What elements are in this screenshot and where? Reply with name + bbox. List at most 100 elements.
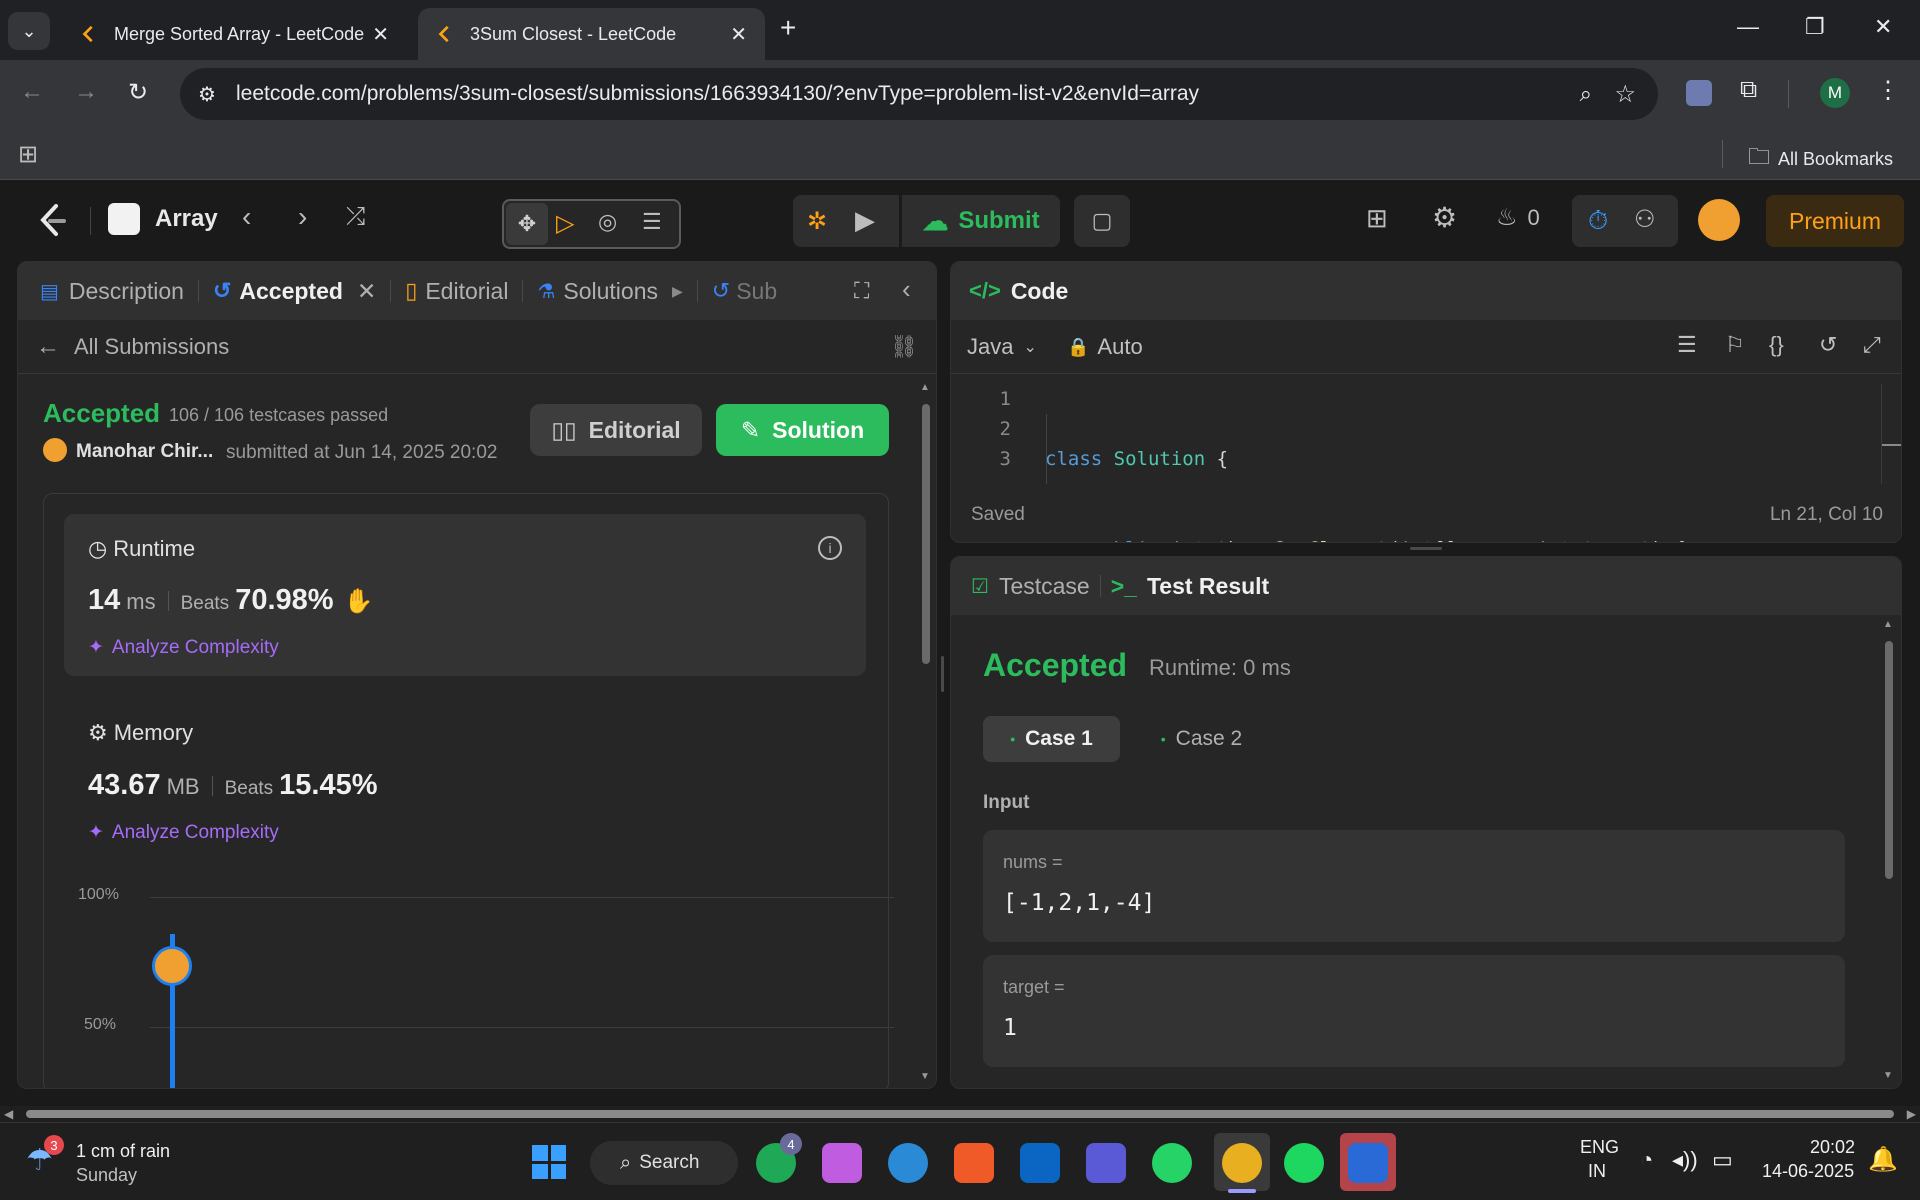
run-icon[interactable]: ▶ [855, 205, 875, 236]
extension-icon[interactable] [1686, 80, 1712, 106]
bookmark-star-icon[interactable]: ☆ [1614, 80, 1636, 109]
weather-text[interactable]: 1 cm of rain [76, 1141, 170, 1162]
eye-off-icon[interactable]: ◎ [598, 209, 617, 235]
submit-button[interactable]: ☁ Submit [902, 195, 1060, 247]
language-indicator[interactable]: ENG [1580, 1137, 1619, 1158]
page-horizontal-scrollbar[interactable]: ◀ ▶ [0, 1106, 1920, 1122]
input-value[interactable]: 1 [1003, 1015, 1017, 1041]
runtime-card[interactable]: ◷ Runtime i 14 ms Beats 70.98% ✋ ✦ Analy… [64, 514, 866, 676]
copilot-icon[interactable] [822, 1143, 862, 1183]
tab-test-result[interactable]: >_ Test Result [1111, 573, 1270, 600]
run-outline-icon[interactable]: ▷ [556, 209, 574, 238]
settings-gear-icon[interactable]: ⚙ [1432, 201, 1457, 234]
notifications-icon[interactable]: 🔔 [1868, 1145, 1898, 1174]
spotify-icon[interactable] [1284, 1143, 1324, 1183]
braces-icon[interactable]: {} [1769, 332, 1784, 358]
all-submissions-link[interactable]: All Submissions [74, 334, 229, 360]
format-icon[interactable]: ☰ [1677, 332, 1697, 358]
notes-icon[interactable]: ▢ [1074, 195, 1130, 247]
url-text[interactable]: leetcode.com/problems/3sum-closest/submi… [236, 82, 1199, 106]
submitter-name[interactable]: Manohar Chir... [76, 441, 213, 463]
horizontal-resize-handle[interactable] [1410, 547, 1442, 550]
language-select[interactable]: Java ⌄ [967, 334, 1037, 360]
shuffle-icon[interactable]: ⤮ [346, 203, 365, 231]
chrome-menu-icon[interactable]: ⋮ [1876, 76, 1900, 105]
back-arrow-icon[interactable]: ← [36, 333, 60, 361]
scroll-down-icon[interactable]: ▼ [1883, 1070, 1893, 1081]
move-icon[interactable]: ✥ [506, 203, 548, 245]
tab-editorial[interactable]: ▯ Editorial [405, 278, 508, 305]
reset-icon[interactable]: ↺ [1819, 332, 1837, 358]
settings-sliders-icon[interactable]: ☰ [642, 209, 662, 235]
problem-list-title[interactable]: Array [155, 205, 218, 233]
browser-tab-merge[interactable]: Merge Sorted Array - LeetCode ✕ [62, 8, 407, 60]
brave-icon[interactable] [954, 1143, 994, 1183]
tab-testcase[interactable]: ☑ Testcase [971, 573, 1090, 600]
expand-icon[interactable]: ⤢ [1863, 332, 1881, 358]
scroll-up-icon[interactable]: ▲ [920, 382, 930, 393]
tab-description[interactable]: ▤ Description [40, 278, 184, 305]
volume-icon[interactable]: ◂)) [1672, 1147, 1698, 1173]
auto-mode[interactable]: 🔒 Auto [1067, 334, 1143, 360]
case-2-tab[interactable]: • Case 2 [1133, 716, 1270, 762]
extensions-puzzle-icon[interactable]: ⧉ [1740, 76, 1757, 104]
site-info-icon[interactable]: ⚙ [198, 82, 216, 107]
screen-app-icon[interactable] [1348, 1143, 1388, 1183]
memory-header[interactable]: ⚙ Memory [88, 720, 193, 746]
streak[interactable]: ♨ 0 [1496, 203, 1540, 232]
user-position-avatar[interactable] [152, 946, 192, 986]
close-window-icon[interactable]: ✕ [1874, 14, 1892, 40]
chrome-icon[interactable] [1222, 1143, 1262, 1183]
scrollbar-thumb[interactable] [26, 1110, 1894, 1118]
minimize-icon[interactable]: — [1737, 14, 1759, 40]
next-problem-icon[interactable]: › [298, 201, 307, 233]
user-avatar[interactable] [1698, 199, 1740, 241]
reload-icon[interactable]: ↻ [128, 78, 148, 107]
battery-icon[interactable]: ▭ [1712, 1147, 1733, 1173]
solution-button[interactable]: ✎ Solution [716, 404, 889, 456]
tab-submissions[interactable]: ↺ Sub [712, 278, 777, 305]
apps-grid-icon[interactable]: ⊞ [18, 140, 38, 169]
app-icon[interactable] [1086, 1143, 1126, 1183]
whatsapp-icon[interactable] [1152, 1143, 1192, 1183]
close-tab-icon[interactable]: ✕ [730, 22, 747, 47]
tab-solutions[interactable]: ⚗ Solutions ▶ [537, 278, 682, 305]
left-scrollbar[interactable]: ▲ ▼ [920, 382, 932, 1082]
scroll-up-icon[interactable]: ▲ [1883, 619, 1893, 630]
scroll-right-icon[interactable]: ▶ [1907, 1107, 1916, 1121]
tab-search-button[interactable]: ⌄ [8, 12, 50, 50]
forward-arrow-icon[interactable]: → [74, 78, 98, 106]
leetcode-logo-icon[interactable] [36, 203, 70, 239]
zoom-icon[interactable]: ⌕ [1580, 81, 1592, 107]
code-editor[interactable]: 1 2 3 class Solution { public int threeS… [951, 384, 1901, 542]
analyze-complexity-runtime[interactable]: ✦ Analyze Complexity [88, 636, 279, 659]
timer-icon[interactable]: ⏱ [1588, 205, 1608, 237]
code-scrollbar[interactable] [1881, 384, 1901, 484]
prev-problem-icon[interactable]: ‹ [242, 201, 251, 233]
fullscreen-icon[interactable]: ⛶ [854, 278, 869, 304]
back-arrow-icon[interactable]: ← [20, 78, 44, 106]
browser-tab-3sum[interactable]: 3Sum Closest - LeetCode ✕ [418, 8, 765, 60]
user-avatar[interactable] [43, 438, 67, 462]
scroll-left-icon[interactable]: ◀ [4, 1107, 13, 1121]
premium-button[interactable]: Premium [1766, 195, 1904, 247]
debug-icon[interactable]: ✲ [807, 207, 827, 236]
all-bookmarks[interactable]: 🗀 All Bookmarks [1748, 140, 1893, 178]
close-tab-icon[interactable]: ✕ [357, 278, 376, 305]
vertical-resize-handle[interactable] [941, 656, 944, 692]
collapse-panel-icon[interactable]: ‹ [902, 274, 911, 305]
wifi-icon[interactable]: ◔ [1640, 1147, 1653, 1173]
bookmark-icon[interactable]: ⚐ [1725, 332, 1745, 358]
restore-icon[interactable]: ❐ [1805, 14, 1825, 40]
clock-time[interactable]: 20:02 [1810, 1137, 1855, 1158]
address-bar[interactable]: ⚙ leetcode.com/problems/3sum-closest/sub… [180, 68, 1658, 120]
new-tab-icon[interactable]: + [780, 12, 796, 44]
analyze-complexity-memory[interactable]: ✦ Analyze Complexity [88, 821, 279, 844]
profile-avatar[interactable]: M [1820, 78, 1850, 108]
scrollbar-thumb[interactable] [1885, 641, 1893, 879]
editorial-button[interactable]: ▯▯ Editorial [530, 404, 702, 456]
case-1-tab[interactable]: • Case 1 [983, 716, 1120, 762]
edge-icon[interactable] [888, 1143, 928, 1183]
windows-start-icon[interactable] [532, 1145, 566, 1179]
scroll-down-icon[interactable]: ▼ [920, 1071, 930, 1082]
